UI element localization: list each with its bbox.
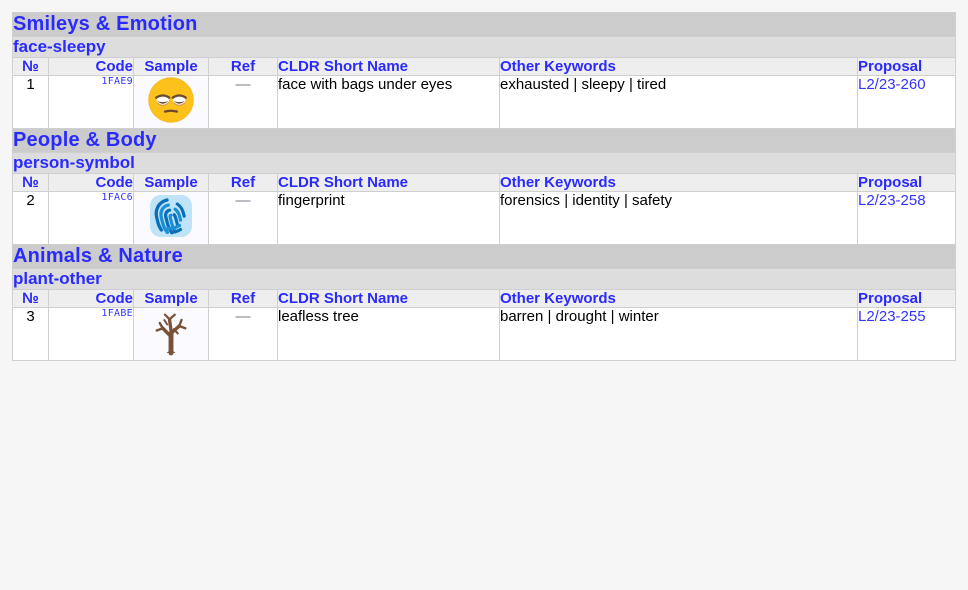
column-header-other-keywords[interactable]: Other Keywords — [499, 289, 858, 308]
column-header-number[interactable]: № — [12, 57, 49, 76]
cell-sample — [133, 307, 209, 361]
column-header-proposal[interactable]: Proposal — [856, 173, 957, 192]
column-header-sample[interactable]: Sample — [133, 57, 209, 76]
cell-cldr-short-name: leafless tree — [277, 307, 500, 361]
subcategory-title: person-symbol — [11, 152, 957, 174]
column-header-sample[interactable]: Sample — [133, 289, 209, 308]
face-with-bags-under-eyes-emoji — [147, 76, 195, 124]
column-header-row: № Code Sample Ref CLDR Short Name Other Keywo… — [12, 173, 957, 192]
column-header-number[interactable]: № — [12, 289, 49, 308]
subcategory-header-row: plant-other — [11, 268, 957, 290]
cell-proposal: L2/23-258 — [856, 191, 957, 245]
column-header-proposal[interactable]: Proposal — [856, 57, 957, 76]
cell-other-keywords: exhausted | sleepy | tired — [499, 75, 858, 129]
column-header-code[interactable]: Code — [48, 289, 134, 308]
subcategory-header-row: face-sleepy — [11, 36, 957, 58]
proposal-link[interactable]: L2/23-260 — [858, 76, 926, 93]
column-header-other-keywords[interactable]: Other Keywords — [499, 57, 858, 76]
category-title: Animals & Nature — [11, 244, 957, 269]
column-header-row: № Code Sample Ref CLDR Short Name Other Keywo… — [12, 57, 957, 76]
cell-number: 2 — [12, 191, 49, 245]
category-title: Smileys & Emotion — [11, 12, 957, 37]
cell-sample — [133, 191, 209, 245]
emoji-proposal-page: Smileys & Emotion face-sleepy № Code Sample R… — [0, 0, 968, 361]
cell-ref: — — [208, 191, 278, 245]
proposal-link[interactable]: L2/23-258 — [858, 192, 926, 209]
cell-code[interactable]: 1FAC6 — [48, 191, 134, 245]
column-header-ref[interactable]: Ref — [208, 57, 278, 76]
em-dash-icon: — — [235, 76, 251, 93]
em-dash-icon: — — [235, 308, 251, 325]
column-header-ref[interactable]: Ref — [208, 173, 278, 192]
cell-sample — [133, 75, 209, 129]
cell-proposal: L2/23-260 — [856, 75, 957, 129]
table-row: 3 1FABE — leafless tree barren | drought | … — [12, 307, 957, 361]
subcategory-header-row: person-symbol — [11, 152, 957, 174]
column-header-number[interactable]: № — [12, 173, 49, 192]
cell-proposal: L2/23-255 — [856, 307, 957, 361]
column-header-cldr-short-name[interactable]: CLDR Short Name — [277, 57, 500, 76]
cell-code[interactable]: 1FAE9 — [48, 75, 134, 129]
subcategory-title: face-sleepy — [11, 36, 957, 58]
column-header-cldr-short-name[interactable]: CLDR Short Name — [277, 289, 500, 308]
column-header-proposal[interactable]: Proposal — [856, 289, 957, 308]
column-header-sample[interactable]: Sample — [133, 173, 209, 192]
column-header-row: № Code Sample Ref CLDR Short Name Other Keywo… — [12, 289, 957, 308]
column-header-other-keywords[interactable]: Other Keywords — [499, 173, 858, 192]
cell-other-keywords: barren | drought | winter — [499, 307, 858, 361]
cell-other-keywords: forensics | identity | safety — [499, 191, 858, 245]
table-row: 1 1FAE9 — face with bags under eyes exhaust… — [12, 75, 957, 129]
subcategory-title: plant-other — [11, 268, 957, 290]
category-header-row: Animals & Nature — [11, 244, 957, 269]
leafless-tree-emoji — [147, 308, 195, 356]
column-header-cldr-short-name[interactable]: CLDR Short Name — [277, 173, 500, 192]
category-title: People & Body — [11, 128, 957, 153]
cell-cldr-short-name: face with bags under eyes — [277, 75, 500, 129]
cell-cldr-short-name: fingerprint — [277, 191, 500, 245]
column-header-code[interactable]: Code — [48, 173, 134, 192]
cell-number: 1 — [12, 75, 49, 129]
cell-number: 3 — [12, 307, 49, 361]
column-header-code[interactable]: Code — [48, 57, 134, 76]
column-header-ref[interactable]: Ref — [208, 289, 278, 308]
cell-code[interactable]: 1FABE — [48, 307, 134, 361]
emoji-candidates-table: Smileys & Emotion face-sleepy № Code Sample R… — [11, 12, 957, 361]
cell-ref: — — [208, 307, 278, 361]
proposal-link[interactable]: L2/23-255 — [858, 308, 926, 325]
fingerprint-emoji — [147, 192, 195, 240]
category-header-row: Smileys & Emotion — [11, 12, 957, 37]
cell-ref: — — [208, 75, 278, 129]
category-header-row: People & Body — [11, 128, 957, 153]
em-dash-icon: — — [235, 192, 251, 209]
table-row: 2 1FAC6 — fingerprint forensics | identity … — [12, 191, 957, 245]
